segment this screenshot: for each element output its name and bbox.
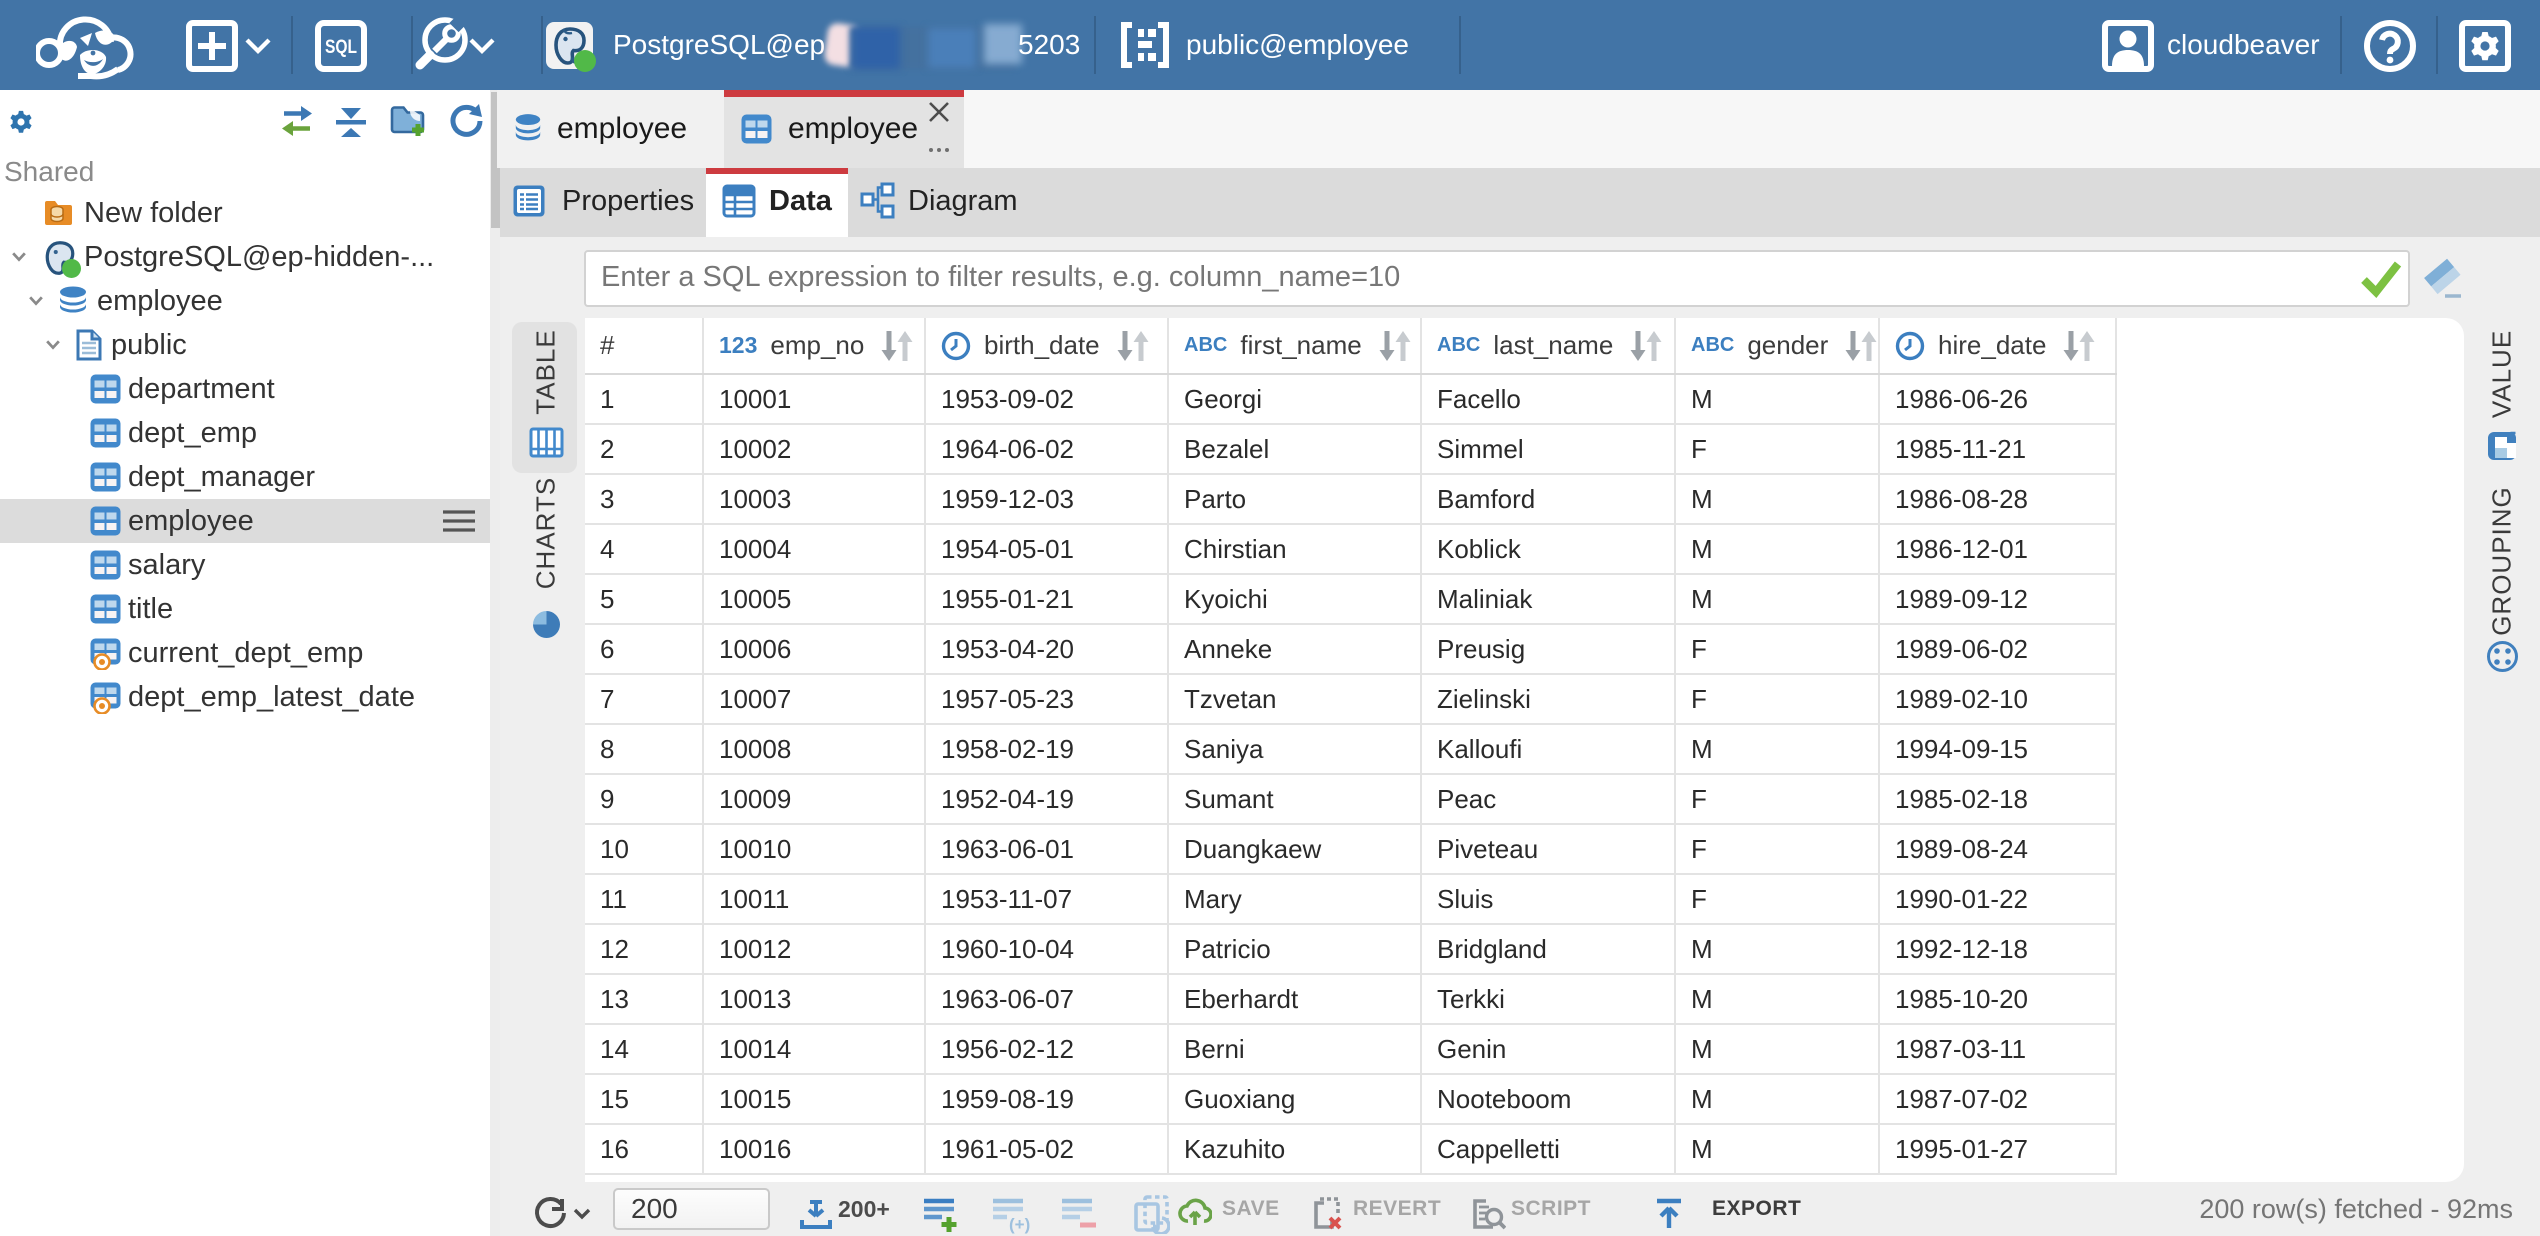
svg-text:SQL: SQL <box>325 37 357 58</box>
svg-text:(+): (+) <box>1009 1215 1030 1234</box>
